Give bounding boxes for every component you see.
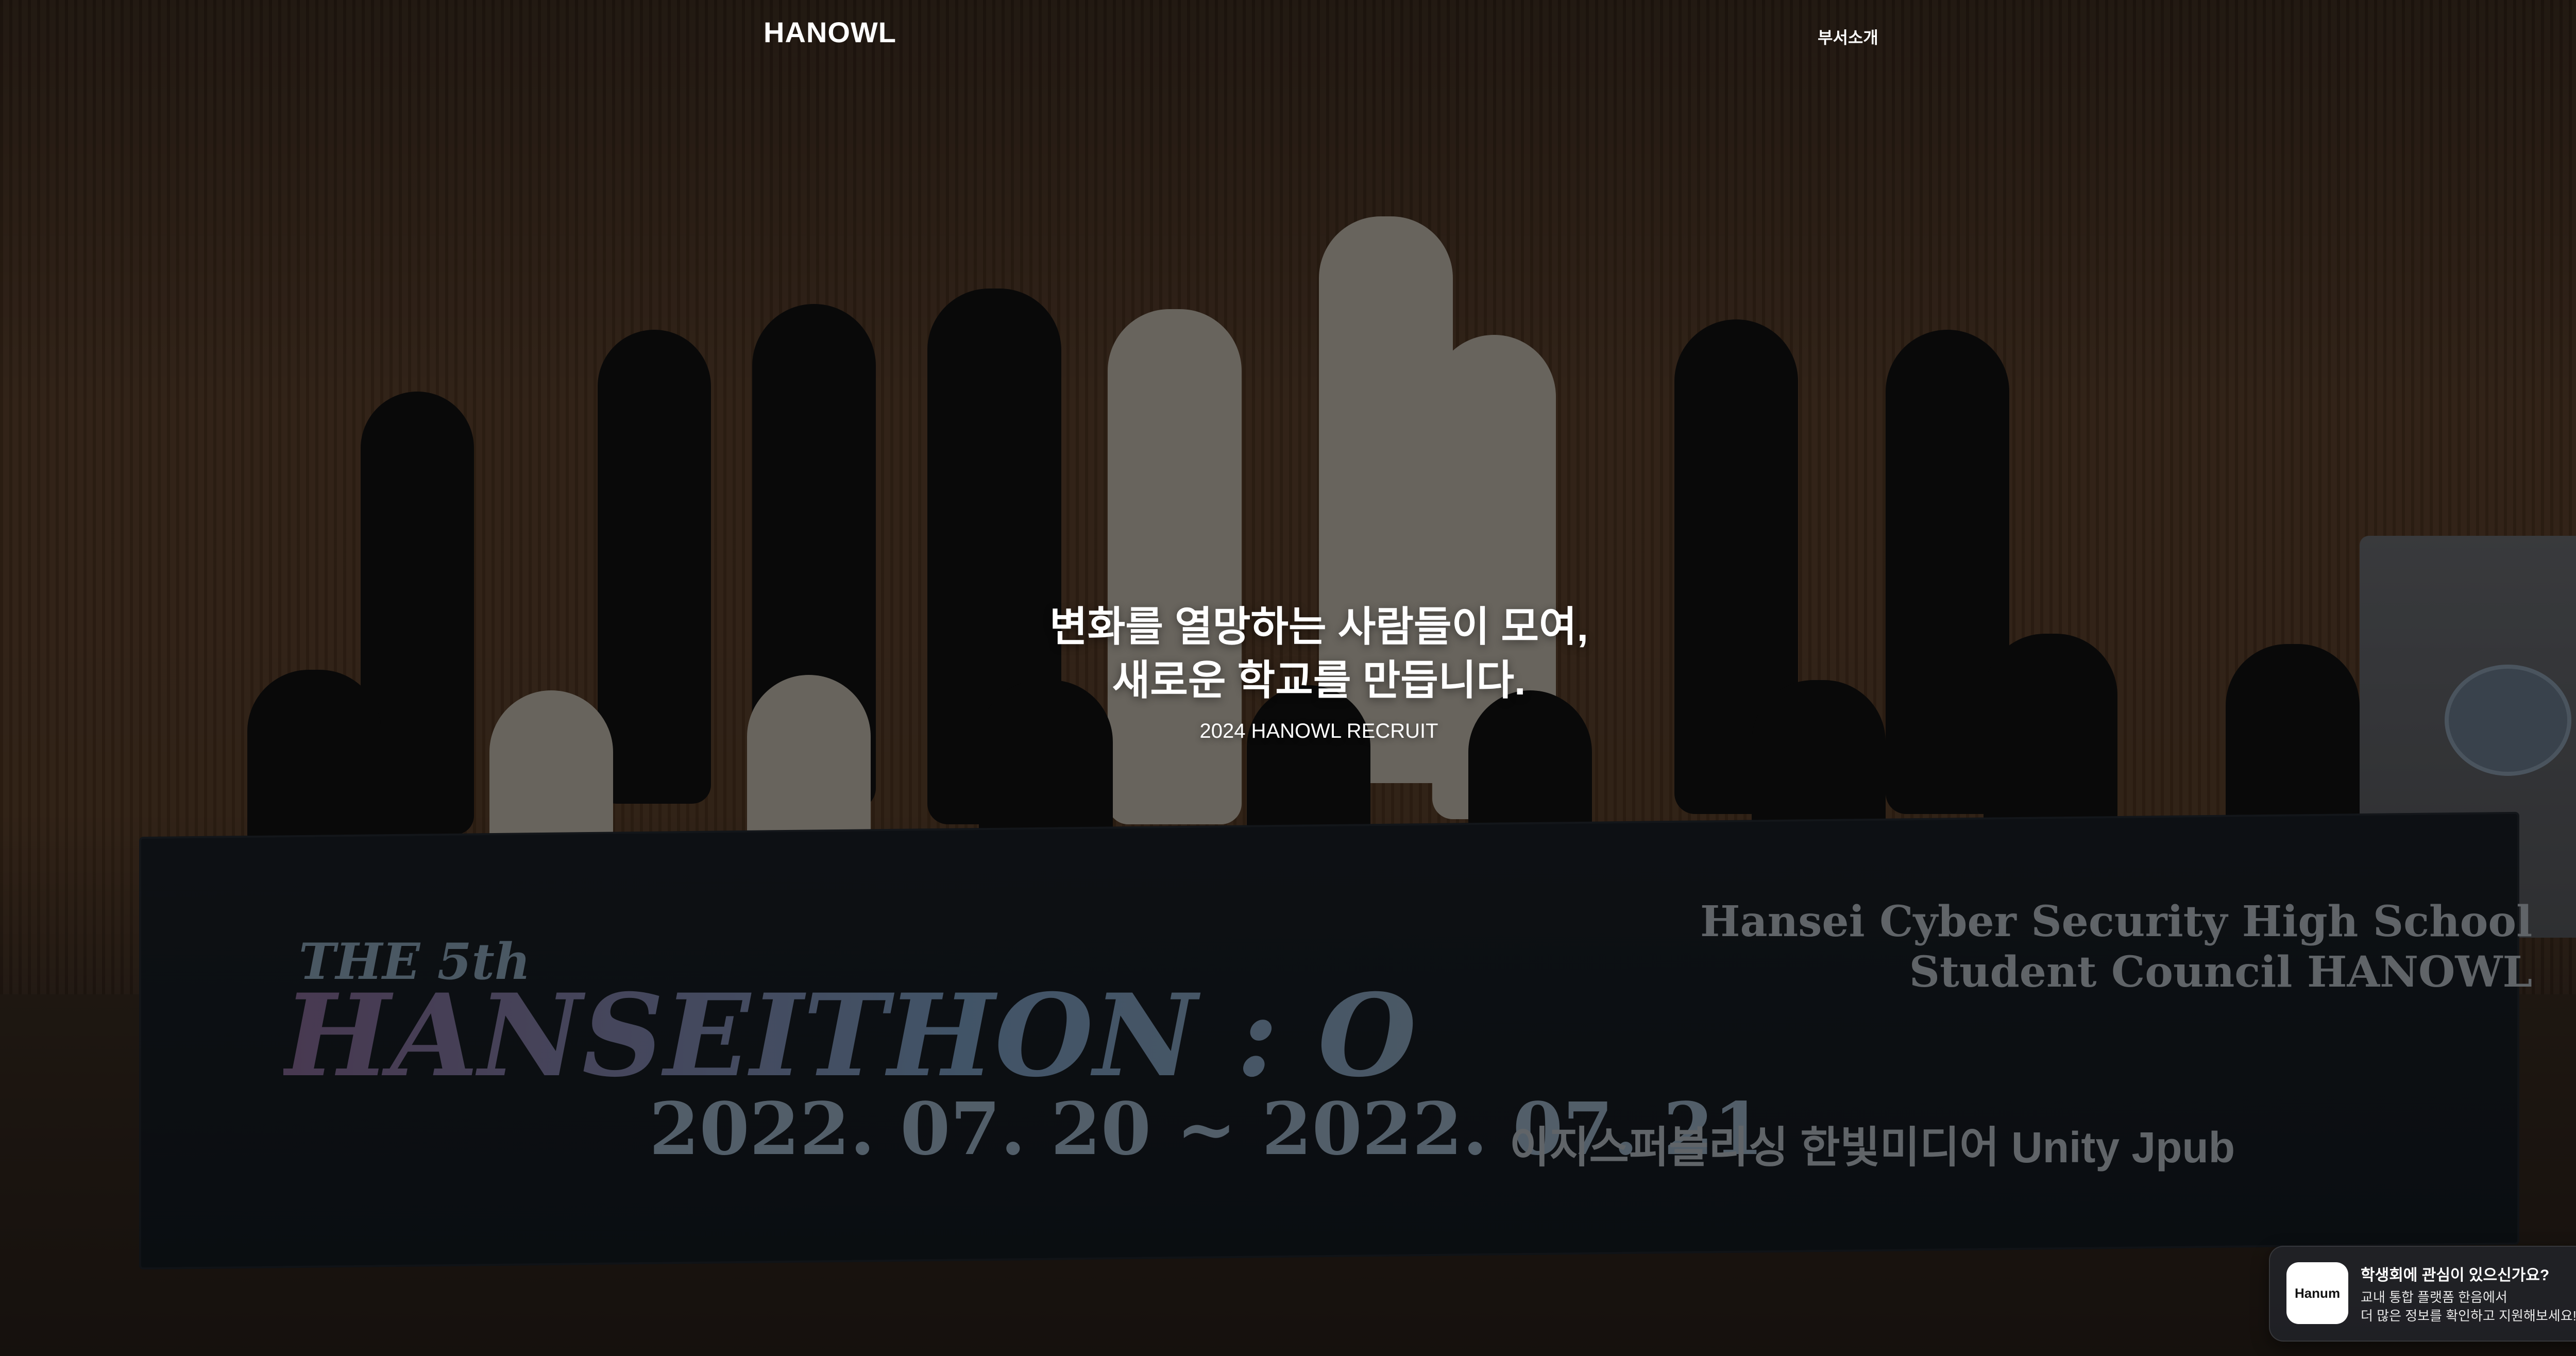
site-logo[interactable]: HANOWL (764, 15, 896, 49)
hero-heading-line1: 변화를 열망하는 사람들이 모여, (1049, 604, 1588, 650)
promo-title: 학생회에 관심이 있으신가요? (2361, 1267, 2550, 1284)
nav-link-department-intro[interactable]: 부서소개 (1818, 25, 1878, 48)
hero-heading: 변화를 열망하는 사람들이 모여, 새로운 학교를 만듭니다. (907, 600, 1731, 707)
hero-heading-line2: 새로운 학교를 만듭니다. (1112, 657, 1526, 703)
promo-text-line1: 교내 통합 플랫폼 한음에서 (2361, 1290, 2507, 1305)
recruit-promo-popup[interactable]: Hanum 학생회에 관심이 있으신가요? 교내 통합 플랫폼 한음에서 더 많… (2269, 1246, 2576, 1342)
promo-text-line2: 더 많은 정보를 확인하고 지원해보세요! (2361, 1308, 2576, 1324)
hero-subtitle: 2024 HANOWL RECRUIT (1199, 720, 1438, 742)
top-navigation: HANOWL 부서소개 (0, 0, 2576, 72)
hanum-app-icon: Hanum (2286, 1262, 2348, 1324)
hanum-logo-text: Hanum (2294, 1285, 2341, 1301)
